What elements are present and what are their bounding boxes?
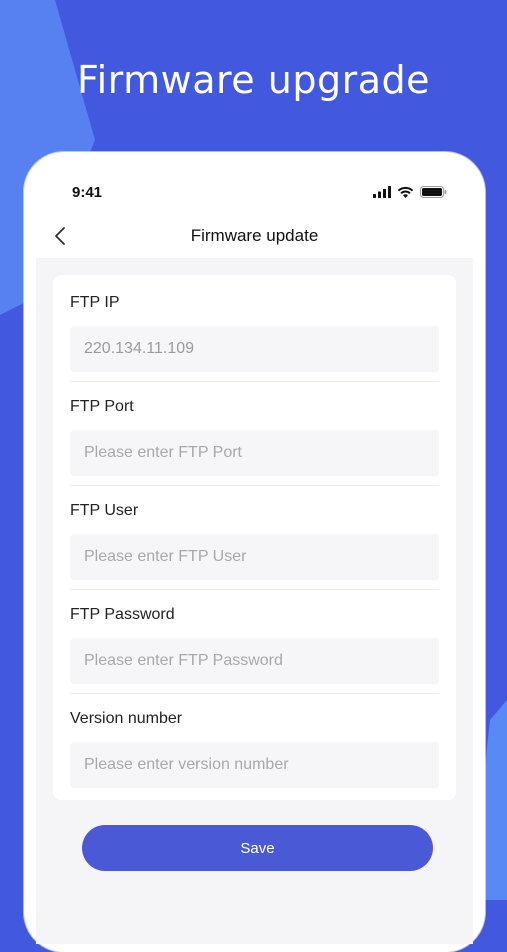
status-bar: 9:41 [36, 164, 473, 214]
phone-screen: 9:41 Firmware update FTP IP 220.134.11.1… [36, 164, 473, 944]
version-number-field-group: Version number [70, 708, 439, 788]
ftp-ip-field-group: FTP IP 220.134.11.109 [70, 292, 439, 372]
ftp-port-input[interactable] [70, 430, 439, 476]
ftp-user-label: FTP User [70, 502, 139, 519]
promo-title: Firmware upgrade [77, 58, 430, 102]
version-number-input[interactable] [70, 742, 439, 788]
divider [70, 485, 439, 486]
status-time: 9:41 [72, 184, 103, 201]
version-number-label: Version number [70, 710, 183, 727]
ftp-password-label: FTP Password [70, 606, 175, 623]
battery-icon [420, 185, 447, 203]
ftp-port-label: FTP Port [70, 398, 134, 415]
ftp-user-input[interactable] [70, 534, 439, 580]
wifi-icon [397, 185, 414, 203]
ftp-port-field-group: FTP Port [70, 396, 439, 476]
divider [70, 381, 439, 382]
divider [70, 693, 439, 694]
ftp-ip-input[interactable]: 220.134.11.109 [70, 326, 439, 372]
save-button[interactable]: Save [82, 825, 433, 871]
ftp-password-input[interactable] [70, 638, 439, 684]
page-title: Firmware update [190, 226, 319, 245]
nav-bar: Firmware update [36, 214, 473, 258]
divider [70, 589, 439, 590]
phone-frame: 9:41 Firmware update FTP IP 220.134.11.1… [24, 152, 485, 952]
ftp-ip-label: FTP IP [70, 294, 120, 311]
ftp-password-field-group: FTP Password [70, 604, 439, 684]
ftp-user-field-group: FTP User [70, 500, 439, 580]
ftp-settings-form: FTP IP 220.134.11.109 FTP Port FTP User … [53, 275, 456, 800]
status-icons [373, 185, 447, 203]
cellular-signal-icon [373, 185, 391, 203]
